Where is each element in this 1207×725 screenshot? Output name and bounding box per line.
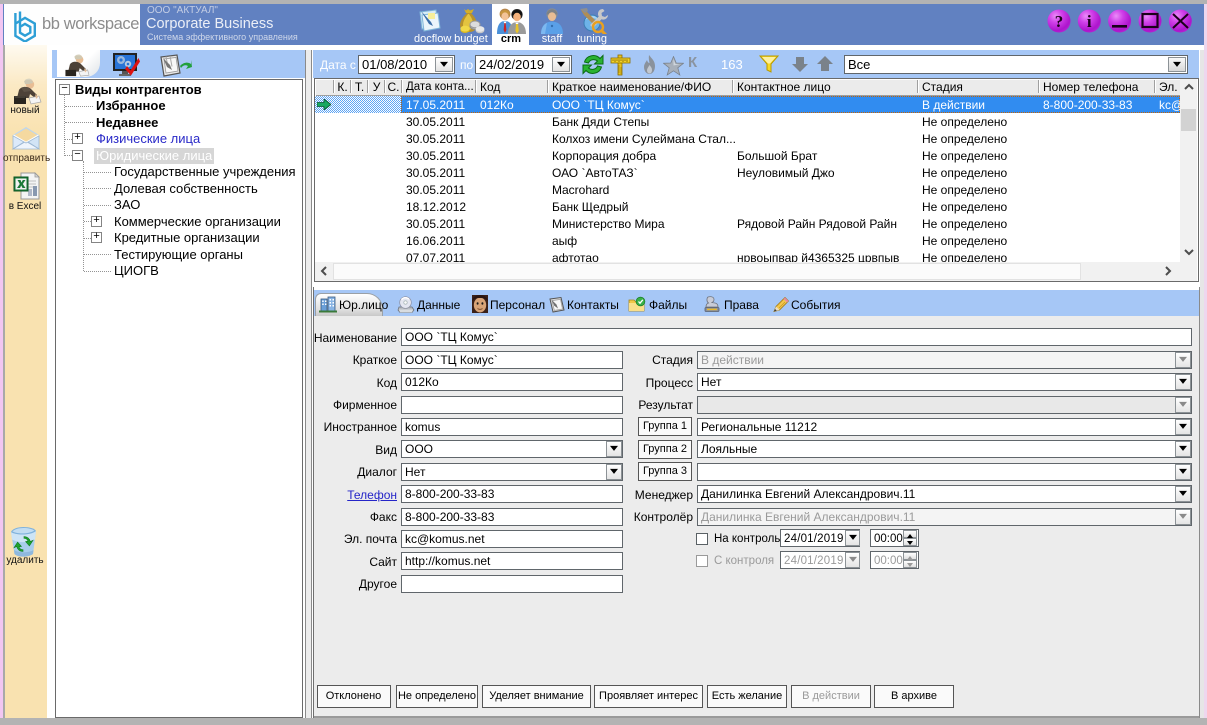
svg-text:?: ? <box>1055 12 1064 31</box>
svg-text:i: i <box>1087 12 1092 31</box>
